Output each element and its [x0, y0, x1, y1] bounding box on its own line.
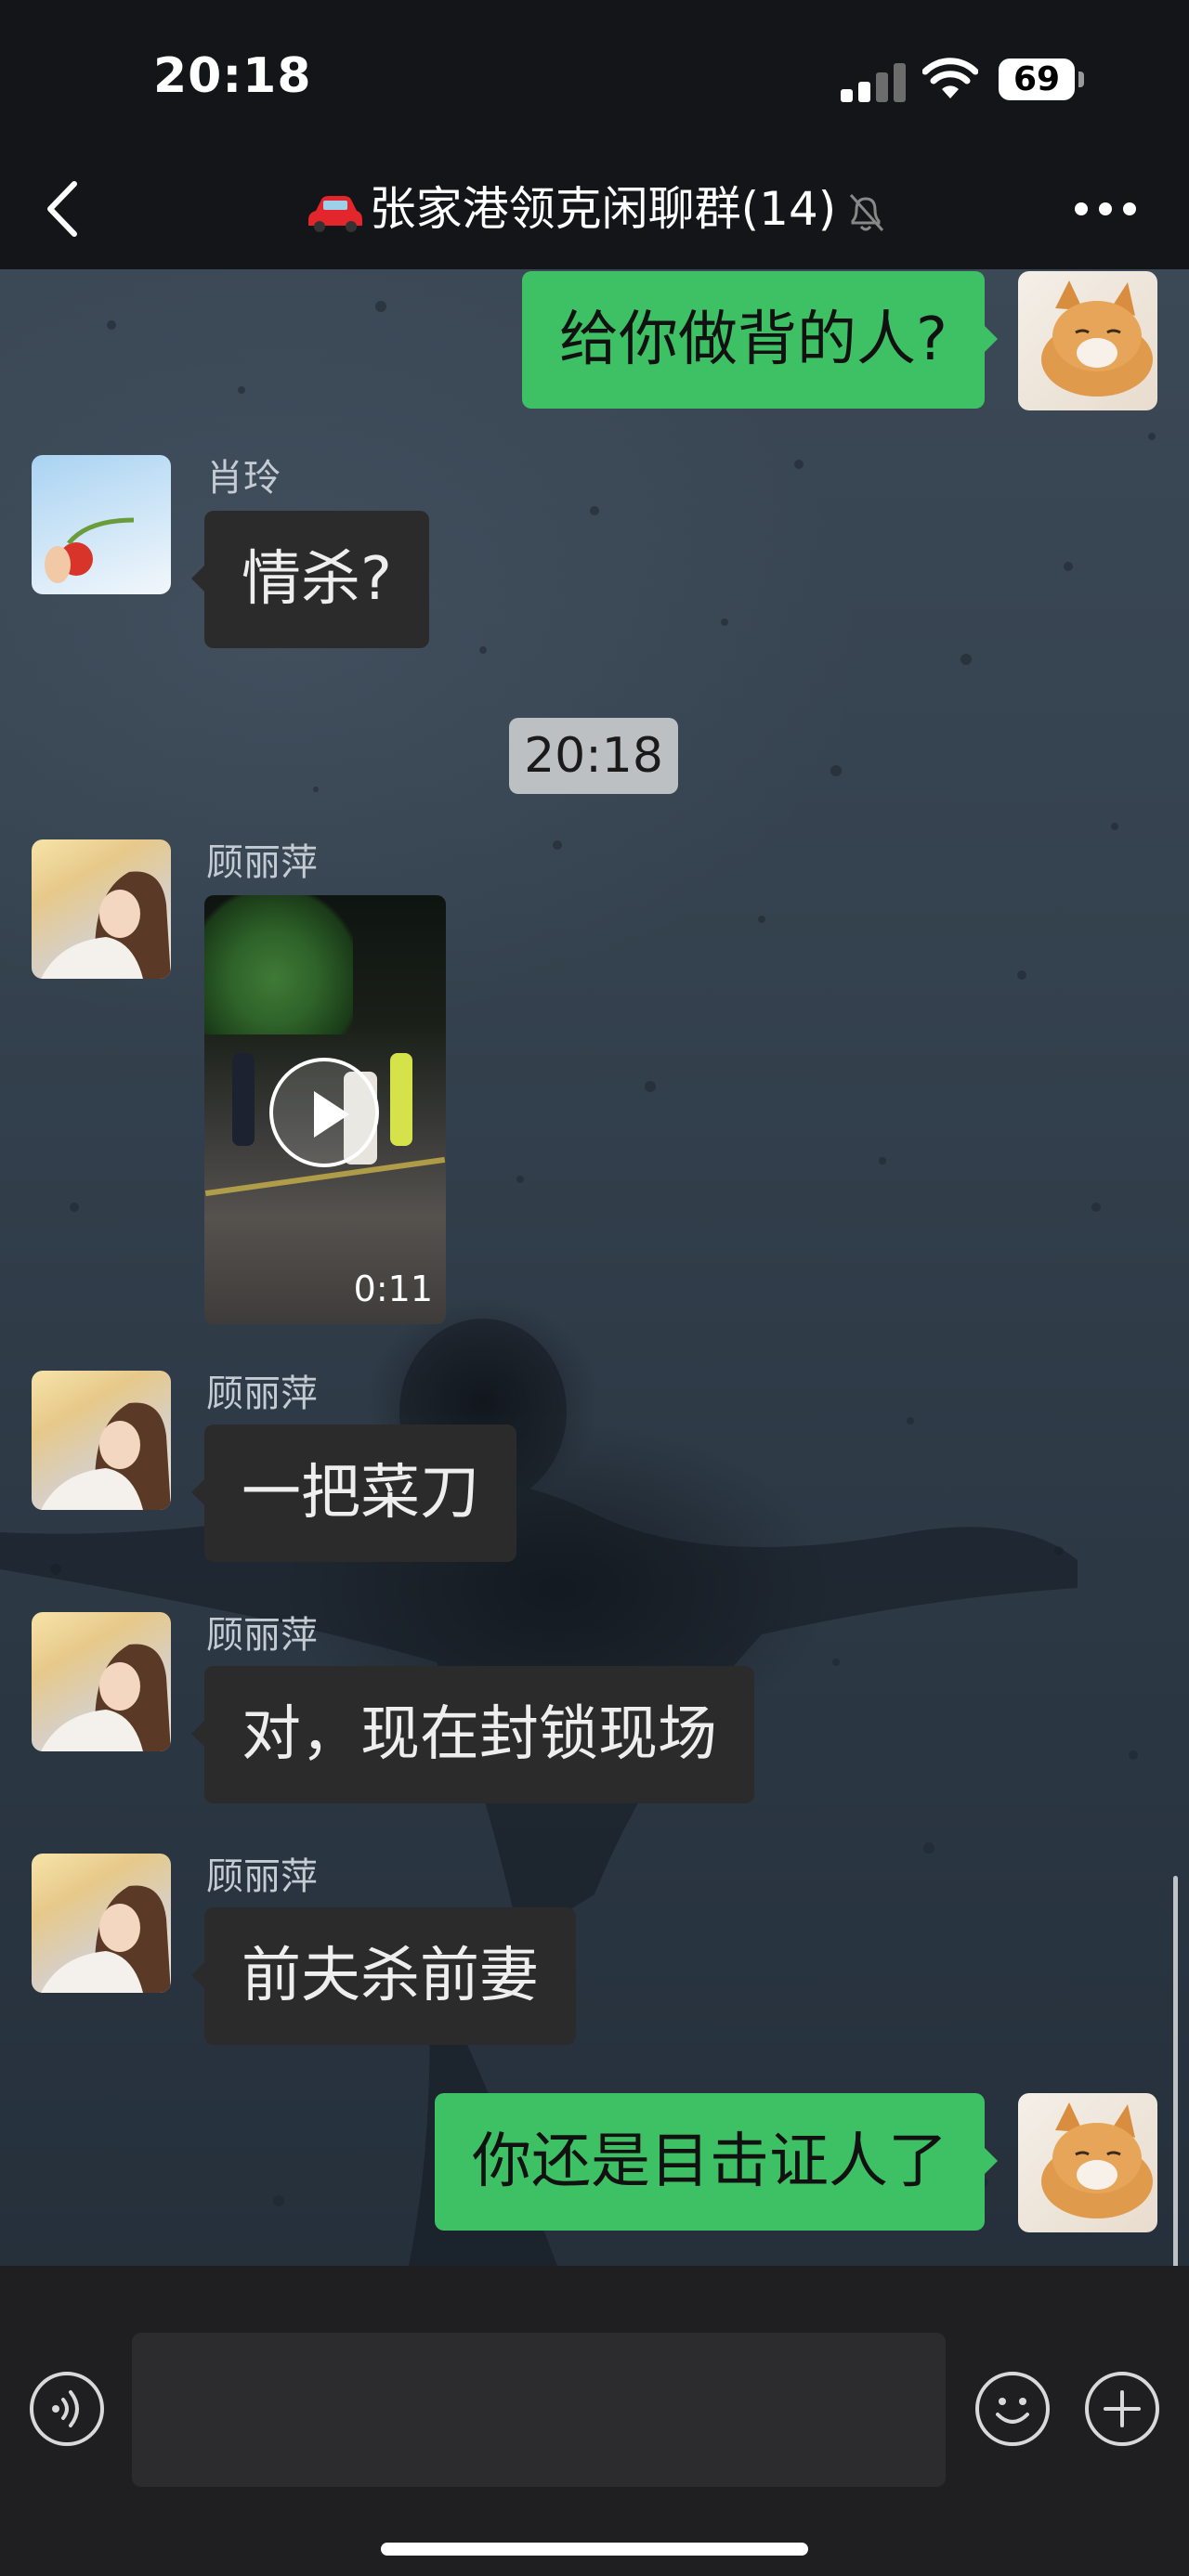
message-bubble-incoming[interactable]: 前夫杀前妻: [191, 1907, 576, 2045]
voice-button[interactable]: [30, 2372, 104, 2446]
sender-avatar[interactable]: [32, 1612, 171, 1751]
battery-indicator: 69: [999, 59, 1084, 100]
my-avatar[interactable]: [1018, 271, 1157, 410]
chat-title-text: 张家港领克闲聊群(14): [369, 182, 837, 236]
sender-avatar-image: [41, 1644, 171, 1751]
sender-avatar-image: [41, 1402, 171, 1510]
play-button[interactable]: [269, 1058, 379, 1167]
video-thumbnail: [204, 895, 353, 1034]
plus-button[interactable]: [1085, 2372, 1159, 2446]
message-bubble-incoming[interactable]: 一把菜刀: [191, 1425, 516, 1562]
input-bar: [0, 2266, 1189, 2576]
more-button[interactable]: [1073, 195, 1138, 223]
sender-name: 顾丽萍: [206, 1614, 318, 1657]
bell-slash-icon: [850, 193, 884, 231]
sender-avatar-image: [41, 871, 171, 979]
sender-avatar[interactable]: [32, 1854, 171, 1993]
sender-name: 顾丽萍: [206, 1373, 318, 1415]
chat-area[interactable]: 给你做背的人? 肖玲 情杀? 20:18 顾丽萍 0:11 顾丽萍 一把菜刀 顾…: [0, 269, 1189, 2266]
message-bubble-incoming[interactable]: 情杀?: [191, 511, 429, 648]
message-bubble-outgoing[interactable]: 给你做背的人?: [522, 271, 998, 409]
message-bubble-incoming[interactable]: 对，现在封锁现场: [191, 1666, 754, 1803]
scrollbar[interactable]: [1173, 1876, 1178, 2266]
background-wallpaper: [0, 301, 1156, 2266]
sender-name: 顾丽萍: [206, 1855, 318, 1898]
message-bubble-outgoing[interactable]: 你还是目击证人了: [435, 2093, 998, 2231]
voice-icon: [52, 2390, 79, 2427]
sender-avatar[interactable]: [32, 1371, 171, 1510]
home-indicator: [381, 2543, 808, 2556]
sender-name: 顾丽萍: [206, 841, 318, 884]
status-time: 20:18: [153, 48, 312, 104]
car-icon: [307, 195, 362, 232]
video-duration: 0:11: [353, 1268, 433, 1309]
cellular-signal-icon: [841, 63, 906, 102]
top-bar: 20:18 69 张家港领克闲聊群(14): [0, 0, 1189, 269]
sender-avatar-image: [45, 517, 135, 583]
cat-avatar-image: [1041, 2102, 1153, 2218]
emoji-button[interactable]: [975, 2372, 1050, 2446]
message-input[interactable]: [132, 2333, 946, 2487]
chat-title[interactable]: 张家港领克闲聊群(14): [0, 176, 1189, 241]
my-avatar[interactable]: [1018, 2093, 1157, 2232]
emoji-icon: [996, 2398, 1029, 2424]
wifi-icon: [922, 58, 978, 98]
more-dots-icon: [1075, 202, 1088, 215]
time-divider: 20:18: [509, 718, 678, 794]
sender-avatar[interactable]: [32, 839, 171, 979]
sender-avatar-image: [41, 1885, 171, 1993]
video-message[interactable]: 0:11: [204, 895, 446, 1324]
sender-name: 肖玲: [206, 457, 281, 500]
plus-icon: [1104, 2390, 1141, 2427]
sender-avatar[interactable]: [32, 455, 171, 594]
cat-avatar-image: [1041, 280, 1153, 397]
